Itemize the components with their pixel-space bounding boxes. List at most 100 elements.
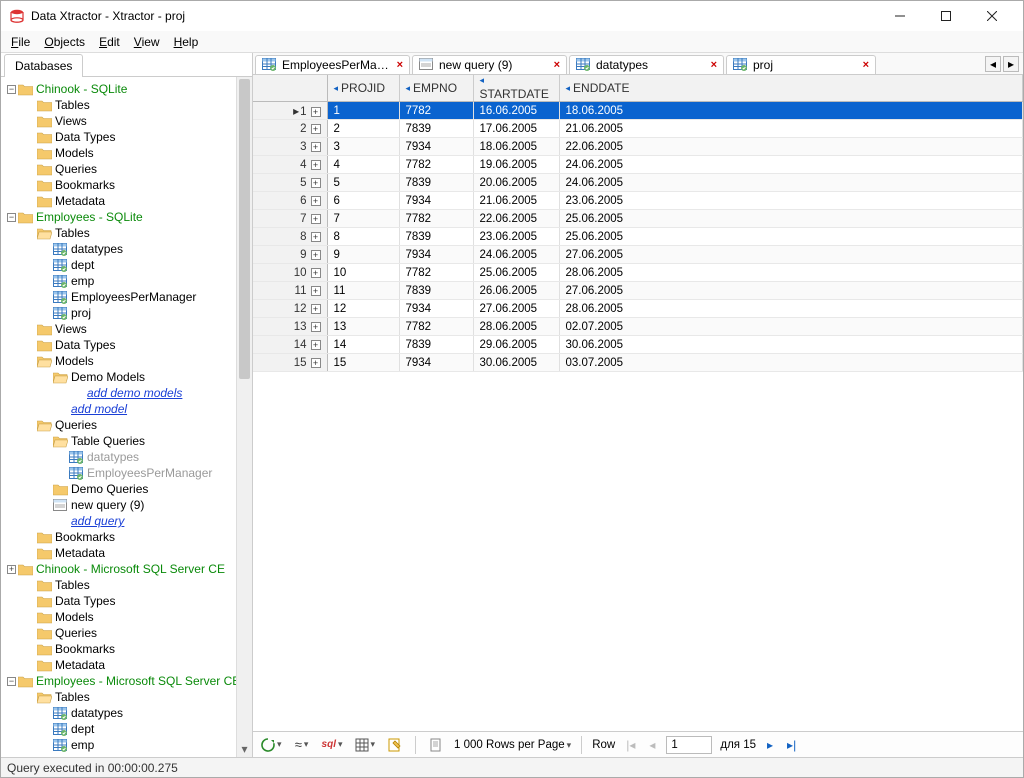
- row-header[interactable]: 2+: [253, 120, 327, 138]
- tree-link-add-demo-models[interactable]: add demo models: [3, 385, 252, 401]
- cell-startdate[interactable]: 17.06.2005: [473, 120, 559, 138]
- col-header-enddate[interactable]: ◂ENDDATE: [559, 75, 1023, 102]
- cell-empno[interactable]: 7934: [399, 192, 473, 210]
- cell-startdate[interactable]: 28.06.2005: [473, 318, 559, 336]
- cell-startdate[interactable]: 23.06.2005: [473, 228, 559, 246]
- table-row[interactable]: 14+ 14 7839 29.06.2005 30.06.2005: [253, 336, 1023, 354]
- table-row[interactable]: 13+ 13 7782 28.06.2005 02.07.2005: [253, 318, 1023, 336]
- tab-close-icon[interactable]: ×: [554, 59, 560, 71]
- cell-projid[interactable]: 2: [327, 120, 399, 138]
- tree-folder-datatypes[interactable]: Data Types: [3, 593, 252, 609]
- grid-view-button[interactable]: [353, 735, 378, 755]
- col-header-startdate[interactable]: ◂STARTDATE: [473, 75, 559, 102]
- tree-table-datatypes[interactable]: datatypes: [3, 705, 252, 721]
- cell-empno[interactable]: 7934: [399, 354, 473, 372]
- cell-startdate[interactable]: 25.06.2005: [473, 264, 559, 282]
- tree-folder-demoqueries[interactable]: Demo Queries: [3, 481, 252, 497]
- row-header[interactable]: 8+: [253, 228, 327, 246]
- cell-startdate[interactable]: 26.06.2005: [473, 282, 559, 300]
- menu-objects[interactable]: Objects: [44, 35, 85, 49]
- cell-enddate[interactable]: 21.06.2005: [559, 120, 1023, 138]
- row-header[interactable]: 14+: [253, 336, 327, 354]
- tree-table-emp[interactable]: emp: [3, 737, 252, 753]
- expand-icon[interactable]: +: [7, 565, 16, 574]
- expand-icon[interactable]: −: [7, 85, 16, 94]
- table-row[interactable]: 12+ 12 7934 27.06.2005 28.06.2005: [253, 300, 1023, 318]
- tree-query-new-query-9[interactable]: new query (9): [3, 497, 252, 513]
- cell-enddate[interactable]: 24.06.2005: [559, 156, 1023, 174]
- tree-folder-datatypes[interactable]: Data Types: [3, 129, 252, 145]
- row-expand-icon[interactable]: +: [311, 214, 321, 224]
- cell-empno[interactable]: 7839: [399, 120, 473, 138]
- row-expand-icon[interactable]: +: [311, 107, 321, 117]
- cell-startdate[interactable]: 18.06.2005: [473, 138, 559, 156]
- tab-close-icon[interactable]: ×: [711, 59, 717, 71]
- refresh-button[interactable]: [259, 735, 284, 755]
- cell-empno[interactable]: 7839: [399, 282, 473, 300]
- nav-last-button[interactable]: ▸|: [784, 738, 799, 752]
- tree-folder-queries[interactable]: Queries: [3, 625, 252, 641]
- cell-enddate[interactable]: 22.06.2005: [559, 138, 1023, 156]
- tree-db-chinook-sqlite[interactable]: −Chinook - SQLite: [3, 81, 252, 97]
- row-header[interactable]: 5+: [253, 174, 327, 192]
- close-button[interactable]: [969, 1, 1015, 31]
- tab-close-icon[interactable]: ×: [397, 59, 403, 71]
- cell-startdate[interactable]: 22.06.2005: [473, 210, 559, 228]
- cell-projid[interactable]: 3: [327, 138, 399, 156]
- row-expand-icon[interactable]: +: [311, 322, 321, 332]
- tree-link-add-query[interactable]: add query: [3, 513, 252, 529]
- cell-enddate[interactable]: 18.06.2005: [559, 102, 1023, 120]
- doc-tab-employeespermanager[interactable]: EmployeesPerManager×: [255, 55, 410, 74]
- cell-empno[interactable]: 7782: [399, 318, 473, 336]
- row-header[interactable]: 9+: [253, 246, 327, 264]
- cell-empno[interactable]: 7934: [399, 138, 473, 156]
- table-row[interactable]: 15+ 15 7934 30.06.2005 03.07.2005: [253, 354, 1023, 372]
- row-header-corner[interactable]: [253, 75, 327, 102]
- row-header[interactable]: 4+: [253, 156, 327, 174]
- cell-projid[interactable]: 6: [327, 192, 399, 210]
- tree-folder-tablequeries[interactable]: Table Queries: [3, 433, 252, 449]
- table-row[interactable]: 4+ 4 7782 19.06.2005 24.06.2005: [253, 156, 1023, 174]
- cell-enddate[interactable]: 25.06.2005: [559, 228, 1023, 246]
- row-header[interactable]: ▸1+: [253, 102, 327, 120]
- row-expand-icon[interactable]: +: [311, 340, 321, 350]
- row-expand-icon[interactable]: +: [311, 124, 321, 134]
- tree-link-add-model[interactable]: add model: [3, 401, 252, 417]
- tree-folder-metadata[interactable]: Metadata: [3, 545, 252, 561]
- cell-projid[interactable]: 7: [327, 210, 399, 228]
- row-expand-icon[interactable]: +: [311, 142, 321, 152]
- table-row[interactable]: 5+ 5 7839 20.06.2005 24.06.2005: [253, 174, 1023, 192]
- nav-prev-button[interactable]: ◂: [646, 738, 658, 752]
- tree-folder-views[interactable]: Views: [3, 113, 252, 129]
- tree-folder-metadata[interactable]: Metadata: [3, 657, 252, 673]
- cell-enddate[interactable]: 27.06.2005: [559, 282, 1023, 300]
- cell-empno[interactable]: 7782: [399, 264, 473, 282]
- tree-folder-bookmarks[interactable]: Bookmarks: [3, 177, 252, 193]
- table-row[interactable]: 10+ 10 7782 25.06.2005 28.06.2005: [253, 264, 1023, 282]
- tree-db-chinook-mssqlce[interactable]: +Chinook - Microsoft SQL Server CE: [3, 561, 252, 577]
- tree-folder-views[interactable]: Views: [3, 321, 252, 337]
- cell-startdate[interactable]: 24.06.2005: [473, 246, 559, 264]
- tree-folder-models[interactable]: Models: [3, 353, 252, 369]
- cell-empno[interactable]: 7934: [399, 246, 473, 264]
- tabs-scroll-left[interactable]: ◂: [985, 56, 1001, 72]
- cell-enddate[interactable]: 30.06.2005: [559, 336, 1023, 354]
- cell-enddate[interactable]: 27.06.2005: [559, 246, 1023, 264]
- cell-enddate[interactable]: 28.06.2005: [559, 264, 1023, 282]
- cell-empno[interactable]: 7839: [399, 336, 473, 354]
- tree-query-datatypes[interactable]: datatypes: [3, 449, 252, 465]
- tree-folder-tables[interactable]: Tables: [3, 577, 252, 593]
- cell-startdate[interactable]: 20.06.2005: [473, 174, 559, 192]
- tree-table-proj[interactable]: proj: [3, 305, 252, 321]
- table-row[interactable]: 7+ 7 7782 22.06.2005 25.06.2005: [253, 210, 1023, 228]
- data-grid[interactable]: ◂PROJID ◂EMPNO ◂STARTDATE ◂ENDDATE ▸1+ 1…: [253, 75, 1023, 731]
- tree-db-employees-sqlite[interactable]: −Employees - SQLite: [3, 209, 252, 225]
- col-header-projid[interactable]: ◂PROJID: [327, 75, 399, 102]
- table-row[interactable]: 2+ 2 7839 17.06.2005 21.06.2005: [253, 120, 1023, 138]
- table-row[interactable]: 6+ 6 7934 21.06.2005 23.06.2005: [253, 192, 1023, 210]
- cell-enddate[interactable]: 25.06.2005: [559, 210, 1023, 228]
- cell-startdate[interactable]: 30.06.2005: [473, 354, 559, 372]
- cell-enddate[interactable]: 24.06.2005: [559, 174, 1023, 192]
- tree-folder-queries[interactable]: Queries: [3, 417, 252, 433]
- row-expand-icon[interactable]: +: [311, 178, 321, 188]
